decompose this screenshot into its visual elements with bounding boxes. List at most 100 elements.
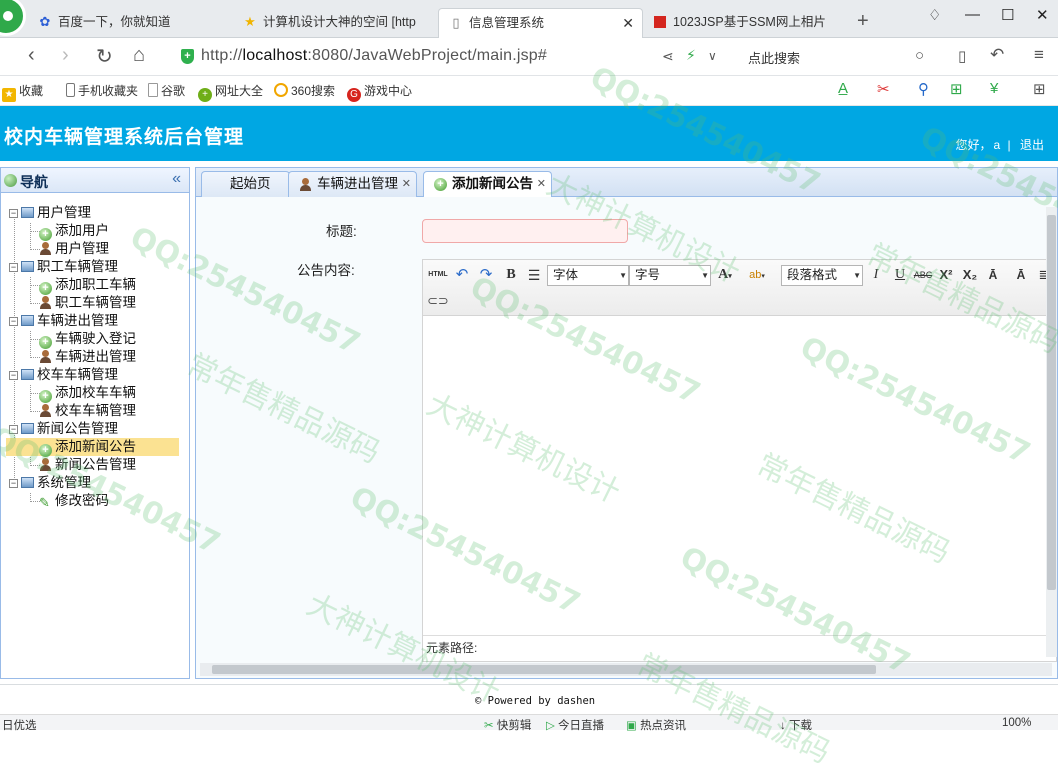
clear-format-icon[interactable]: Ā	[983, 265, 1003, 285]
tree-group-system[interactable]: − 系统管理	[9, 474, 91, 492]
horizontal-scrollbar[interactable]	[200, 663, 1052, 676]
link-icon[interactable]: ⊂⊃	[427, 291, 449, 311]
browser-tab-space[interactable]: ★ 计算机设计大神的空间 [http	[233, 8, 438, 38]
tree-group-staff-vehicle[interactable]: − 职工车辆管理	[9, 258, 118, 276]
browser-tab-ssm[interactable]: 1023JSP基于SSM网上相片	[643, 8, 848, 38]
forward-icon[interactable]: ›	[62, 44, 69, 67]
tree-item-vehicle-entry[interactable]: + 车辆驶入登记	[39, 330, 136, 349]
tree-item-staff-vehicle-manage[interactable]: 职工车辆管理	[39, 294, 136, 312]
grid-icon[interactable]: ⊞	[1033, 80, 1046, 98]
status-item-news[interactable]: ▣ 热点资讯	[626, 717, 686, 733]
tree-item-news-manage[interactable]: 新闻公告管理	[39, 456, 136, 474]
yen-icon[interactable]: ¥	[990, 80, 998, 97]
collapse-node-icon[interactable]: −	[9, 371, 18, 380]
undo-icon[interactable]: ↶	[990, 45, 1004, 65]
browser-logo-icon[interactable]	[0, 0, 26, 36]
tree-item-add-user[interactable]: + 添加用户	[39, 222, 109, 241]
collapse-node-icon[interactable]: −	[9, 425, 18, 434]
vertical-scrollbar[interactable]	[1046, 207, 1057, 657]
undo-icon[interactable]: ↶	[452, 265, 472, 285]
scissors-icon: ✂	[484, 720, 497, 732]
scroll-thumb[interactable]	[1047, 215, 1056, 590]
tree-item-add-news[interactable]: + 添加新闻公告	[6, 438, 179, 457]
tree-item-add-staff-vehicle[interactable]: + 添加职工车辆	[39, 276, 136, 295]
collapse-icon[interactable]: «	[172, 170, 181, 188]
subscript-icon[interactable]: X₂	[960, 265, 980, 285]
browser-tab-active[interactable]: ▯ 信息管理系统 ✕	[438, 8, 643, 38]
collapse-node-icon[interactable]: −	[9, 263, 18, 272]
status-item-download[interactable]: ↓ 下载	[780, 717, 812, 733]
tree-item-user-manage[interactable]: 用户管理	[39, 240, 109, 258]
user-icon	[39, 242, 52, 255]
scissors-icon[interactable]: ✂	[877, 80, 890, 98]
close-tab-icon[interactable]: ✕	[622, 9, 634, 37]
gamepad-icon[interactable]: ⊞	[950, 80, 963, 98]
tree-group-vehicle-inout[interactable]: − 车辆进出管理	[9, 312, 118, 330]
bookmark-favorites[interactable]: ★ 收藏	[2, 82, 43, 102]
font-family-select[interactable]: 字体 ▼	[547, 265, 629, 286]
home-icon[interactable]: ⌂	[133, 44, 145, 67]
superscript-icon[interactable]: X²	[936, 265, 956, 285]
font-size-select[interactable]: 字号 ▼	[629, 265, 711, 286]
collapse-node-icon[interactable]: −	[9, 317, 18, 326]
bookmark-mobile[interactable]: 手机收藏夹	[66, 82, 138, 99]
bold-icon[interactable]: B	[501, 265, 521, 285]
tree-group-news[interactable]: − 新闻公告管理	[9, 420, 118, 438]
tab-add-news[interactable]: + 添加新闻公告 ✕	[423, 171, 552, 198]
computer-icon	[21, 207, 34, 218]
refresh-icon[interactable]: ↻	[96, 44, 113, 69]
logout-link[interactable]: 退出	[1020, 138, 1044, 152]
scroll-thumb[interactable]	[212, 665, 876, 674]
browser-tab-baidu[interactable]: ✿ 百度一下，你就知道	[28, 8, 233, 38]
tab-vehicle-inout[interactable]: 车辆进出管理 ✕	[288, 171, 417, 197]
status-left[interactable]: 日优选	[2, 717, 37, 733]
close-window-icon[interactable]: ✕	[1036, 6, 1049, 24]
title-input[interactable]	[422, 219, 628, 243]
new-tab-icon[interactable]: +	[857, 10, 869, 33]
status-item-clip[interactable]: ✂ 快剪辑	[484, 717, 531, 733]
collapse-node-icon[interactable]: −	[9, 479, 18, 488]
tree-item-change-password[interactable]: ✎ 修改密码	[39, 492, 109, 510]
lightning-icon[interactable]: ⚡	[686, 47, 696, 64]
skin-icon[interactable]: ♢	[928, 6, 941, 24]
italic-icon[interactable]: I	[866, 265, 886, 285]
close-tab-icon[interactable]: ✕	[537, 172, 546, 196]
bookmark-hao[interactable]: + 网址大全	[198, 82, 263, 102]
bookmark-360[interactable]: 360搜索	[274, 82, 335, 99]
tree-group-school-bus[interactable]: − 校车车辆管理	[9, 366, 118, 384]
search-icon[interactable]: ○	[915, 47, 924, 64]
strikethrough-icon[interactable]: ABC	[913, 265, 933, 285]
tree-group-user[interactable]: − 用户管理	[9, 204, 91, 222]
back-icon[interactable]: ‹	[28, 44, 35, 67]
translate-icon[interactable]: A̲	[838, 80, 848, 97]
menu-icon[interactable]: ≡	[1034, 45, 1044, 65]
minimize-icon[interactable]: —	[965, 6, 980, 23]
computer-icon	[21, 261, 34, 272]
share-icon[interactable]: ⋖	[662, 48, 674, 65]
bookmark-google[interactable]: 谷歌	[148, 82, 185, 99]
editor-content-area[interactable]	[423, 316, 1056, 636]
bookmark-games[interactable]: G 游戏中心	[347, 82, 412, 102]
paragraph-format-select[interactable]: 段落格式 ▼	[781, 265, 863, 286]
collapse-node-icon[interactable]: −	[9, 209, 18, 218]
format-painter-icon[interactable]: Ā	[1011, 265, 1031, 285]
tree-item-vehicle-inout-manage[interactable]: 车辆进出管理	[39, 348, 136, 366]
html-source-button[interactable]: HTML	[427, 265, 449, 285]
url-field[interactable]: + http://localhost:8080/JavaWebProject/m…	[175, 44, 735, 70]
search-box[interactable]: 点此搜索	[748, 48, 800, 67]
maximize-icon[interactable]: ☐	[1001, 6, 1014, 24]
font-color-icon[interactable]: A▾	[715, 265, 735, 285]
zoom-level[interactable]: 100%	[1002, 717, 1031, 729]
tree-item-add-school-bus[interactable]: + 添加校车车辆	[39, 384, 136, 403]
indent-icon[interactable]: ☰	[524, 265, 544, 285]
phone-icon[interactable]: ▯	[958, 47, 966, 65]
underline-icon[interactable]: U	[890, 265, 910, 285]
redo-icon[interactable]: ↷	[476, 265, 496, 285]
tree-item-school-bus-manage[interactable]: 校车车辆管理	[39, 402, 136, 420]
highlight-icon[interactable]: ab▾	[747, 265, 767, 285]
close-tab-icon[interactable]: ✕	[402, 172, 411, 196]
chevron-down-icon[interactable]: ∨	[708, 49, 717, 63]
status-item-live[interactable]: ▷ 今日直播	[546, 717, 604, 733]
magnifier-icon[interactable]: ⚲	[918, 80, 929, 98]
tab-home[interactable]: 起始页	[201, 171, 290, 197]
